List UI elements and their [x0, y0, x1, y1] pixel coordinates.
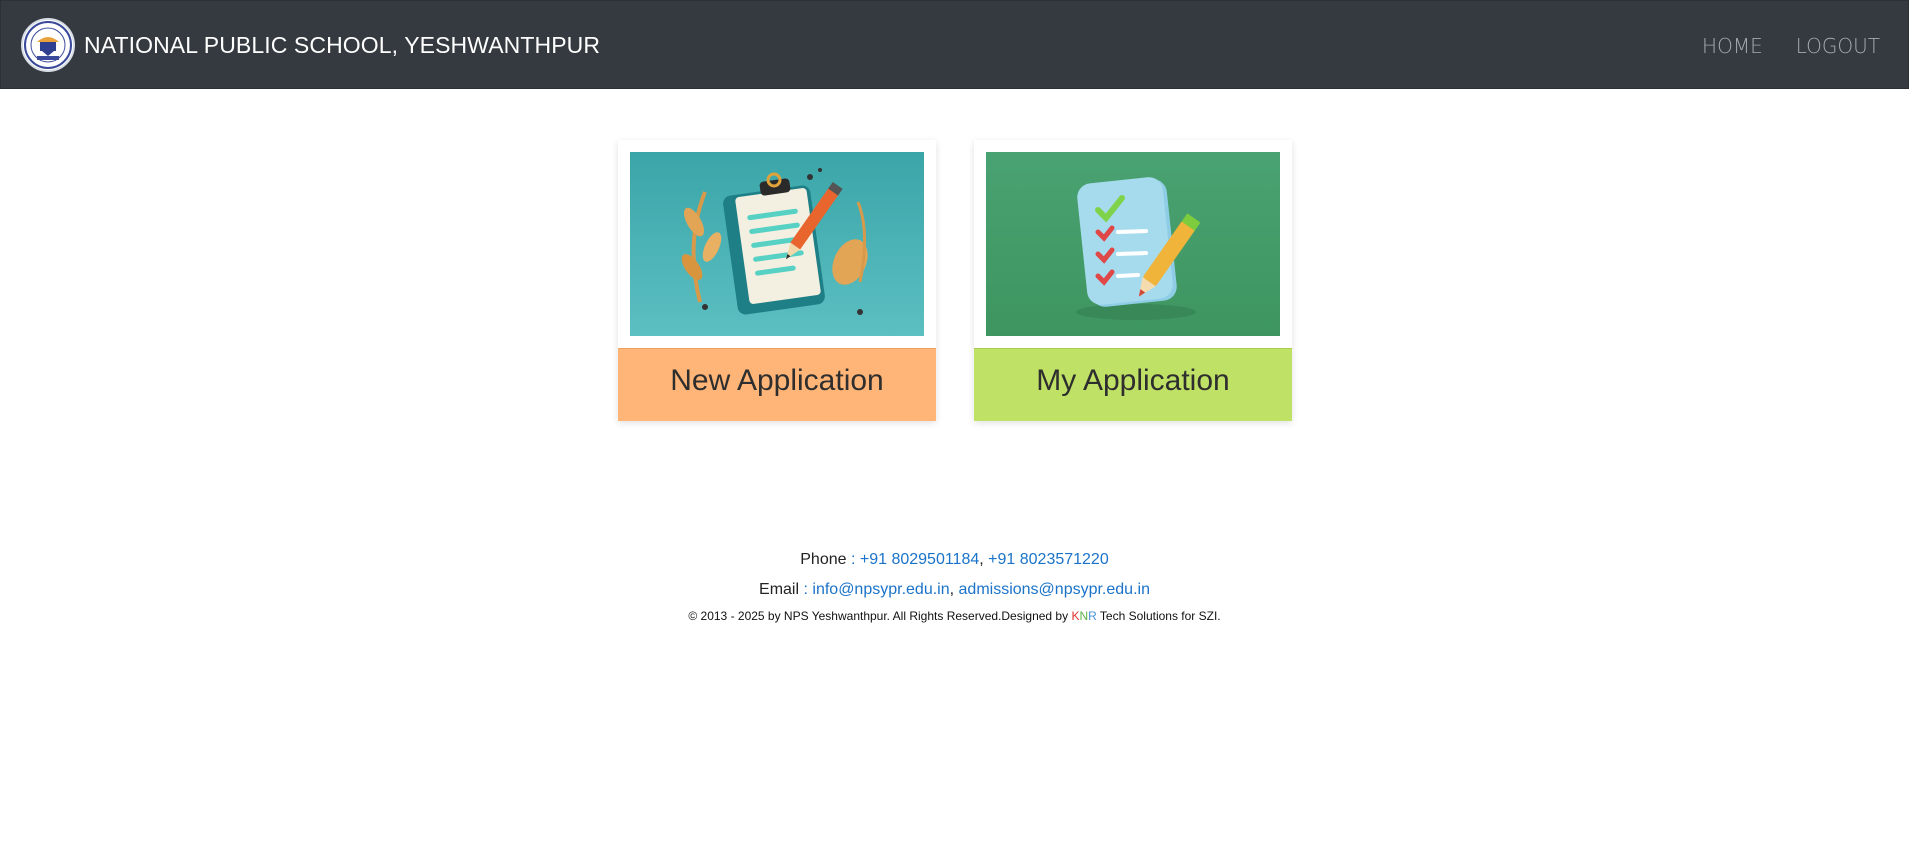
clipboard-pencil-illustration: [630, 152, 924, 336]
nav-logout-link[interactable]: LOGOUT: [1796, 34, 1880, 58]
email-link-1[interactable]: info@npsypr.edu.in: [812, 581, 949, 598]
email-label: Email: [759, 581, 800, 598]
email-separator: :: [799, 581, 813, 598]
email-link-2[interactable]: admissions@npsypr.edu.in: [959, 581, 1150, 598]
copyright-prefix: © 2013 - 2025 by NPS Yeshwanthpur. All R…: [688, 609, 1072, 623]
phone-link-2[interactable]: +91 8023571220: [988, 551, 1109, 568]
copyright-suffix: Tech Solutions for SZI.: [1096, 609, 1221, 623]
email-line: Email : info@npsypr.edu.in, admissions@n…: [0, 580, 1909, 600]
phone-label: Phone: [800, 551, 847, 568]
school-name: NATIONAL PUBLIC SCHOOL, YESHWANTHPUR: [84, 31, 601, 58]
my-application-label: My Application: [974, 348, 1292, 421]
nav-links: HOME LOGOUT: [1669, 1, 1880, 90]
email-list-separator: ,: [949, 581, 955, 598]
my-application-card[interactable]: My Application: [974, 140, 1292, 421]
phone-line: Phone : +91 8029501184, +91 8023571220: [0, 550, 1909, 570]
phone-list-separator: ,: [979, 551, 984, 568]
new-application-card[interactable]: New Application: [618, 140, 936, 421]
new-application-label: New Application: [618, 348, 936, 421]
designer-n: N: [1079, 609, 1089, 623]
phone-link-1[interactable]: +91 8029501184: [860, 551, 979, 568]
footer: Phone : +91 8029501184, +91 8023571220 E…: [0, 550, 1909, 623]
designer-r: R: [1088, 609, 1097, 623]
copyright-text: © 2013 - 2025 by NPS Yeshwanthpur. All R…: [0, 609, 1909, 623]
brand[interactable]: NATIONAL PUBLIC SCHOOL, YESHWANTHPUR: [21, 17, 600, 73]
phone-separator: :: [846, 551, 860, 568]
navbar: NATIONAL PUBLIC SCHOOL, YESHWANTHPUR HOM…: [0, 0, 1909, 89]
school-logo: [21, 18, 75, 72]
nav-home-link[interactable]: HOME: [1702, 34, 1763, 58]
checklist-pencil-illustration: [986, 152, 1280, 336]
